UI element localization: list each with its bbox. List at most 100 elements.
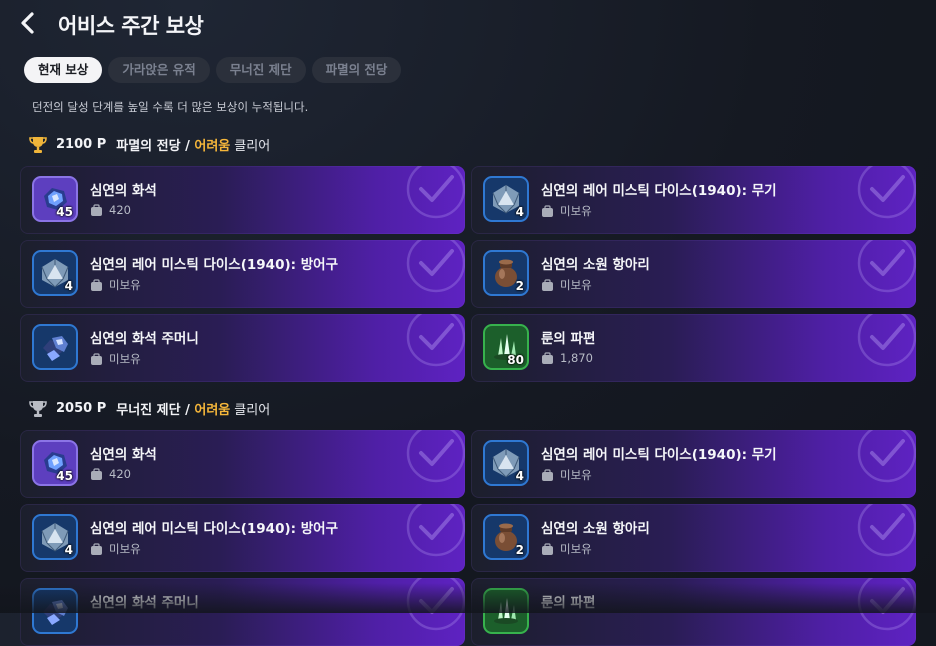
item-name: 심연의 소원 항아리 bbox=[541, 521, 650, 537]
section-difficulty: 어려움 bbox=[194, 403, 231, 418]
tab-hall-of-ruin[interactable]: 파멸의 전당 bbox=[311, 57, 402, 83]
item-name: 룬의 파편 bbox=[541, 595, 596, 611]
item-owned: 미보유 bbox=[541, 467, 592, 483]
owned-count: 미보유 bbox=[560, 204, 592, 218]
inventory-bag-icon bbox=[91, 352, 102, 365]
check-icon bbox=[406, 504, 465, 557]
item-name: 심연의 레어 미스틱 다이스(1940): 방어구 bbox=[90, 521, 338, 537]
description-text: 던전의 달성 단계를 높일 수록 더 많은 보상이 누적됩니다. bbox=[32, 100, 309, 114]
inventory-bag-icon bbox=[542, 278, 553, 291]
item-quantity: 45 bbox=[56, 205, 73, 219]
dice-icon: 4 bbox=[32, 514, 78, 560]
tab-collapsed-altar[interactable]: 무너진 제단 bbox=[215, 57, 306, 83]
section-points: 2050 P bbox=[56, 401, 107, 416]
check-icon bbox=[857, 314, 916, 367]
item-quantity: 4 bbox=[515, 205, 524, 219]
item-quantity: 4 bbox=[64, 279, 73, 293]
check-icon bbox=[406, 430, 465, 483]
item-name: 심연의 레어 미스틱 다이스(1940): 무기 bbox=[541, 447, 777, 463]
inventory-bag-icon bbox=[542, 351, 553, 364]
trophy-silver-icon bbox=[29, 400, 47, 417]
inventory-bag-icon bbox=[91, 203, 102, 216]
fossil-icon: 45 bbox=[32, 440, 78, 486]
fossil-pouch-icon bbox=[32, 588, 78, 634]
item-owned: 미보유 bbox=[90, 541, 141, 557]
owned-count: 미보유 bbox=[109, 542, 141, 556]
item-name: 심연의 레어 미스틱 다이스(1940): 방어구 bbox=[90, 257, 338, 273]
owned-count: 미보유 bbox=[109, 278, 141, 292]
item-name: 심연의 화석 주머니 bbox=[90, 331, 199, 347]
check-icon bbox=[406, 240, 465, 293]
dice-icon: 4 bbox=[483, 440, 529, 486]
section-header: 2050 P 무너진 제단 / 어려움 클리어 bbox=[28, 399, 270, 418]
inventory-bag-icon bbox=[91, 467, 102, 480]
section-difficulty: 어려움 bbox=[194, 139, 231, 154]
reward-card: 룬의 파편 bbox=[471, 578, 916, 646]
reward-card: 2 심연의 소원 항아리 미보유 bbox=[471, 240, 916, 308]
item-owned: 미보유 bbox=[90, 351, 141, 367]
reward-card: 심연의 화석 주머니 미보유 bbox=[20, 314, 465, 382]
section-dungeon: 무너진 제단 / bbox=[116, 403, 190, 418]
inventory-bag-icon bbox=[542, 204, 553, 217]
owned-count: 미보유 bbox=[560, 542, 592, 556]
item-name: 심연의 화석 bbox=[90, 447, 157, 463]
item-quantity: 2 bbox=[515, 279, 524, 293]
inventory-bag-icon bbox=[542, 542, 553, 555]
reward-card: 45 심연의 화석 420 bbox=[20, 430, 465, 498]
inventory-bag-icon bbox=[91, 278, 102, 291]
section-clear: 클리어 bbox=[234, 403, 271, 418]
reward-grid: 45 심연의 화석 420 4 심연의 레어 미스틱 다이스(1940): 무기… bbox=[20, 430, 916, 646]
jar-icon: 2 bbox=[483, 514, 529, 560]
reward-card: 45 심연의 화석 420 bbox=[20, 166, 465, 234]
item-quantity: 45 bbox=[56, 469, 73, 483]
item-owned: 미보유 bbox=[541, 541, 592, 557]
tab-current-reward[interactable]: 현재 보상 bbox=[24, 57, 103, 83]
reward-card: 80 룬의 파편 1,870 bbox=[471, 314, 916, 382]
item-owned: 420 bbox=[90, 203, 131, 217]
item-owned: 미보유 bbox=[90, 277, 141, 293]
fossil-pouch-icon bbox=[32, 324, 78, 370]
fossil-icon: 45 bbox=[32, 176, 78, 222]
check-icon bbox=[857, 504, 916, 557]
reward-card: 4 심연의 레어 미스틱 다이스(1940): 방어구 미보유 bbox=[20, 240, 465, 308]
rune-shard-icon bbox=[483, 588, 529, 634]
item-name: 룬의 파편 bbox=[541, 331, 596, 347]
owned-count: 미보유 bbox=[560, 278, 592, 292]
item-quantity: 4 bbox=[515, 469, 524, 483]
item-name: 심연의 화석 주머니 bbox=[90, 595, 199, 611]
jar-icon: 2 bbox=[483, 250, 529, 296]
item-name: 심연의 화석 bbox=[90, 183, 157, 199]
check-icon bbox=[857, 578, 916, 631]
trophy-gold-icon bbox=[29, 136, 47, 153]
rune-shard-icon: 80 bbox=[483, 324, 529, 370]
reward-card: 4 심연의 레어 미스틱 다이스(1940): 무기 미보유 bbox=[471, 166, 916, 234]
item-owned: 미보유 bbox=[541, 203, 592, 219]
chevron-left-icon[interactable] bbox=[16, 10, 42, 36]
reward-grid: 45 심연의 화석 420 4 심연의 레어 미스틱 다이스(1940): 무기… bbox=[20, 166, 916, 382]
tab-bar: 현재 보상 가라앉은 유적 무너진 제단 파멸의 전당 bbox=[24, 57, 402, 83]
owned-count: 420 bbox=[109, 203, 131, 217]
inventory-bag-icon bbox=[91, 542, 102, 555]
item-quantity: 80 bbox=[507, 353, 524, 367]
tab-sunken-ruins[interactable]: 가라앉은 유적 bbox=[108, 57, 210, 83]
item-quantity: 2 bbox=[515, 543, 524, 557]
item-name: 심연의 레어 미스틱 다이스(1940): 무기 bbox=[541, 183, 777, 199]
dice-icon: 4 bbox=[483, 176, 529, 222]
check-icon bbox=[406, 578, 465, 631]
item-quantity: 4 bbox=[64, 543, 73, 557]
section-points: 2100 P bbox=[56, 137, 107, 152]
item-owned: 1,870 bbox=[541, 351, 593, 365]
reward-card: 4 심연의 레어 미스틱 다이스(1940): 방어구 미보유 bbox=[20, 504, 465, 572]
owned-count: 1,870 bbox=[560, 351, 593, 365]
section-header: 2100 P 파멸의 전당 / 어려움 클리어 bbox=[28, 135, 270, 154]
dice-icon: 4 bbox=[32, 250, 78, 296]
section-dungeon: 파멸의 전당 / bbox=[116, 139, 190, 154]
owned-count: 420 bbox=[109, 467, 131, 481]
header: 어비스 주간 보상 bbox=[0, 0, 936, 48]
section-clear: 클리어 bbox=[234, 139, 271, 154]
check-icon bbox=[857, 240, 916, 293]
owned-count: 미보유 bbox=[560, 468, 592, 482]
reward-card: 2 심연의 소원 항아리 미보유 bbox=[471, 504, 916, 572]
check-icon bbox=[857, 430, 916, 483]
reward-card: 4 심연의 레어 미스틱 다이스(1940): 무기 미보유 bbox=[471, 430, 916, 498]
